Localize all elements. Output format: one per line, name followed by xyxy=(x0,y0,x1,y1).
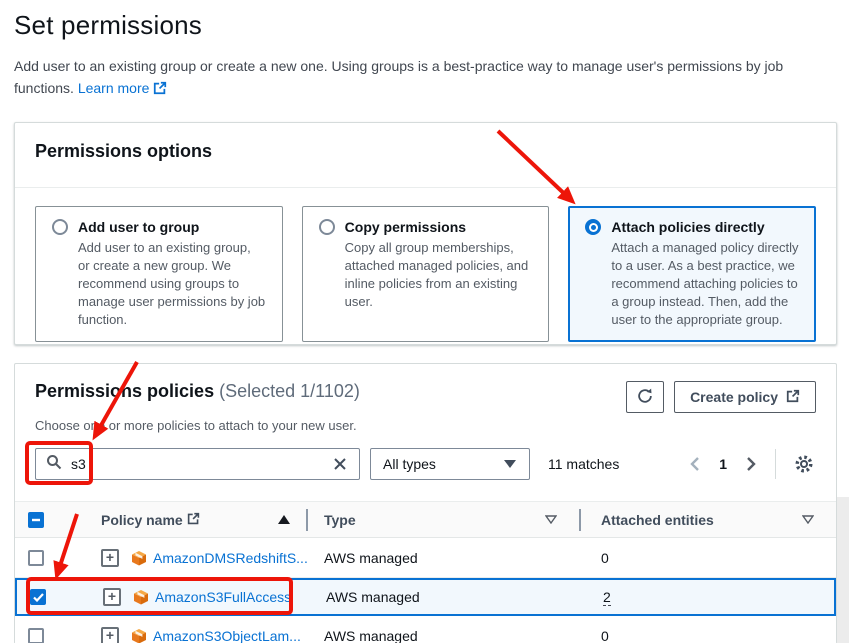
option-card-attach-policies-directly[interactable]: Attach policies directly Attach a manage… xyxy=(568,206,816,342)
selected-count: (Selected 1/1102) xyxy=(219,381,360,401)
radio-add-user-to-group[interactable] xyxy=(52,219,68,235)
indeterminate-icon xyxy=(31,512,41,528)
table-row-selected[interactable]: + AmazonS3FullAccess AWS managed 2 xyxy=(15,578,836,616)
permissions-options-title: Permissions options xyxy=(35,141,212,161)
managed-policy-icon xyxy=(131,550,147,566)
permissions-policies-panel: Permissions policies (Selected 1/1102) C… xyxy=(14,363,837,643)
permissions-options-header: Permissions options xyxy=(15,123,836,188)
sort-default-icon[interactable] xyxy=(802,515,822,524)
row-checkbox[interactable] xyxy=(28,628,44,643)
sort-ascending-icon[interactable] xyxy=(278,515,298,524)
policies-controls: All types 11 matches 1 xyxy=(35,448,816,480)
chevron-right-icon[interactable] xyxy=(743,455,759,473)
radio-attach-policies-directly[interactable] xyxy=(585,219,601,235)
option-card-description: Copy all group memberships, attached man… xyxy=(345,239,533,311)
learn-more-link[interactable]: Learn more xyxy=(78,80,150,96)
page-description: Add user to an existing group or create … xyxy=(14,55,794,101)
search-icon xyxy=(46,454,62,475)
attached-entities-value: 0 xyxy=(601,628,609,643)
policy-type: AWS managed xyxy=(324,550,418,566)
option-card-copy-permissions[interactable]: Copy permissions Copy all group membersh… xyxy=(302,206,550,342)
policy-name-link[interactable]: AmazonS3ObjectLam... xyxy=(153,628,301,643)
check-icon xyxy=(33,589,44,605)
current-page[interactable]: 1 xyxy=(717,456,729,472)
permissions-policies-subtitle: Choose one or more policies to attach to… xyxy=(35,418,816,433)
option-card-label: Add user to group xyxy=(78,219,199,235)
external-link-icon xyxy=(153,79,167,101)
sort-default-icon[interactable] xyxy=(545,515,565,524)
radio-copy-permissions[interactable] xyxy=(319,219,335,235)
permission-option-cards: Add user to group Add user to an existin… xyxy=(15,188,836,362)
table-row[interactable]: + AmazonDMSRedshiftS... AWS managed 0 xyxy=(15,538,836,578)
policy-search-box[interactable] xyxy=(35,448,360,480)
page-header: Set permissions Add user to an existing … xyxy=(14,10,814,101)
refresh-icon xyxy=(636,387,654,408)
option-card-add-user-to-group[interactable]: Add user to group Add user to an existin… xyxy=(35,206,283,342)
select-all-checkbox[interactable] xyxy=(28,512,44,528)
table-header-row: Policy name Type Attached entities xyxy=(15,501,836,538)
type-filter-dropdown[interactable]: All types xyxy=(370,448,530,480)
attached-entities-value: 0 xyxy=(601,550,609,566)
column-type[interactable]: Type xyxy=(324,512,356,528)
option-card-description: Attach a managed policy directly to a us… xyxy=(611,239,799,329)
divider xyxy=(579,509,581,531)
policy-type: AWS managed xyxy=(324,628,418,643)
row-checkbox[interactable] xyxy=(28,550,44,566)
clear-search-icon[interactable] xyxy=(331,455,349,473)
column-attached-entities[interactable]: Attached entities xyxy=(601,512,714,528)
policy-type: AWS managed xyxy=(326,589,420,605)
refresh-button[interactable] xyxy=(626,381,664,413)
matches-count: 11 matches xyxy=(548,456,619,472)
expand-plus-icon[interactable]: + xyxy=(101,549,119,567)
table-scrollbar[interactable] xyxy=(837,497,849,643)
external-link-icon xyxy=(786,389,800,406)
row-checkbox-checked[interactable] xyxy=(30,589,46,605)
external-link-icon xyxy=(187,512,200,528)
column-policy-name[interactable]: Policy name xyxy=(101,512,183,528)
permissions-options-panel: Permissions options Add user to group Ad… xyxy=(14,122,837,345)
expand-plus-icon[interactable]: + xyxy=(103,588,121,606)
attached-entities-link[interactable]: 2 xyxy=(603,589,611,606)
set-permissions-page: Set permissions Add user to an existing … xyxy=(0,0,859,643)
chevron-left-icon[interactable] xyxy=(687,455,703,473)
managed-policy-icon xyxy=(131,628,147,643)
permissions-policies-title: Permissions policies (Selected 1/1102) xyxy=(35,381,360,401)
gear-icon[interactable] xyxy=(792,452,816,476)
policy-name-link[interactable]: AmazonS3FullAccess xyxy=(155,589,291,605)
option-card-label: Attach policies directly xyxy=(611,219,764,235)
expand-plus-icon[interactable]: + xyxy=(101,627,119,643)
create-policy-button[interactable]: Create policy xyxy=(674,381,816,413)
divider xyxy=(775,449,776,479)
option-card-label: Copy permissions xyxy=(345,219,466,235)
type-filter-value: All types xyxy=(383,456,436,472)
search-input[interactable] xyxy=(71,456,331,472)
caret-down-icon xyxy=(503,456,517,472)
table-row[interactable]: + AmazonS3ObjectLam... AWS managed 0 xyxy=(15,616,836,643)
managed-policy-icon xyxy=(133,589,149,605)
policy-name-link[interactable]: AmazonDMSRedshiftS... xyxy=(153,550,308,566)
option-card-description: Add user to an existing group, or create… xyxy=(78,239,266,329)
pagination: 1 xyxy=(687,449,816,479)
policies-table: Policy name Type Attached entities xyxy=(15,501,836,643)
page-title: Set permissions xyxy=(14,10,814,41)
